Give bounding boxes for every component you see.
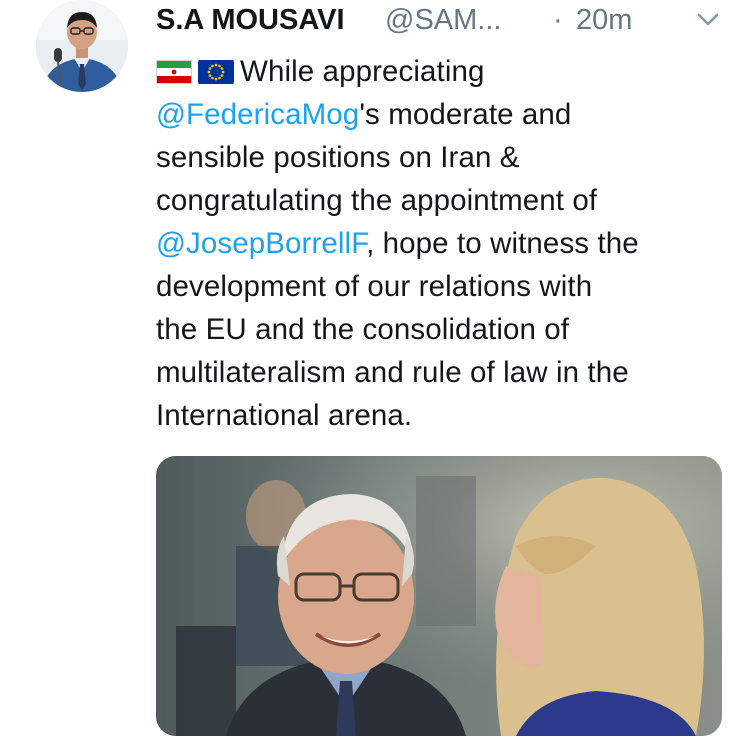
avatar[interactable] (36, 0, 128, 92)
tweet-text-line: multilateralism and rule of law in the (156, 356, 629, 389)
tweet-text-line: While appreciating (156, 50, 726, 93)
tweet-media-photo[interactable] (156, 456, 722, 736)
tweet[interactable]: S.A MOUSAVI @SAM... · 20m While apprecia… (0, 0, 740, 736)
tweet-text-line: the EU and the consolidation of (156, 313, 570, 346)
tweet-header: S.A MOUSAVI @SAM... · 20m (156, 2, 726, 42)
tweet-text-line: @FedericaMog's moderate and (156, 93, 726, 136)
mention-link[interactable]: @FedericaMog (156, 98, 359, 131)
tweet-text-line: @JosepBorrellF, hope to witness the (156, 222, 726, 265)
author-handle[interactable]: @SAM... (385, 4, 501, 37)
meta-separator: · (553, 4, 563, 36)
iran-flag-icon (156, 60, 192, 84)
tweet-text-segment: While appreciating (240, 55, 485, 88)
tweet-text: While appreciating @FedericaMog's modera… (156, 50, 726, 437)
eu-flag-icon (198, 60, 234, 84)
tweet-text-line: congratulating the appointment of (156, 184, 598, 217)
author-name[interactable]: S.A MOUSAVI (156, 4, 345, 37)
tweet-text-line: International arena. (156, 399, 413, 432)
photo-image (156, 456, 722, 736)
tweet-text-segment: 's moderate and (359, 98, 572, 131)
mention-link[interactable]: @JosepBorrellF (156, 227, 366, 260)
tweet-text-line: sensible positions on Iran & (156, 141, 520, 174)
timestamp[interactable]: 20m (576, 4, 632, 37)
chevron-down-icon[interactable] (694, 6, 722, 34)
tweet-text-segment: , hope to witness the (366, 227, 639, 260)
avatar-image (36, 0, 128, 92)
tweet-text-line: development of our relations with (156, 270, 593, 303)
